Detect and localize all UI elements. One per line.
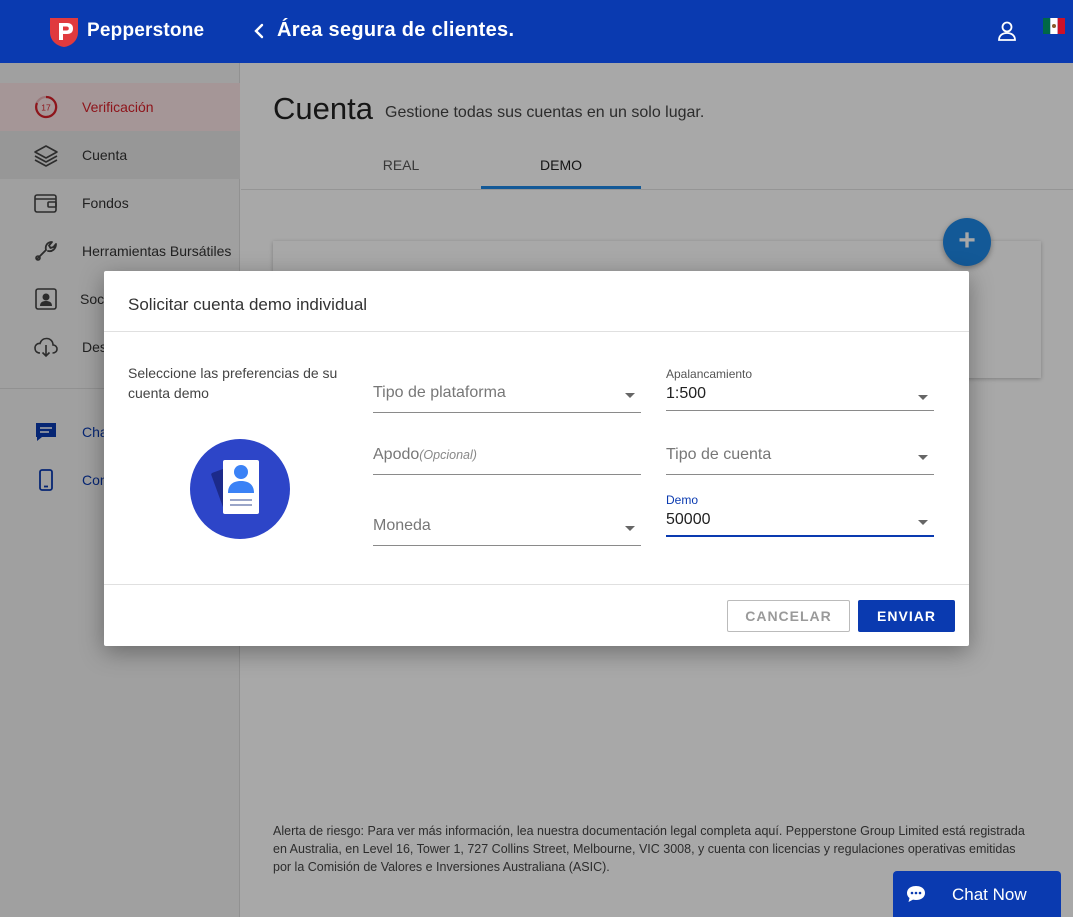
platform-select[interactable]: Tipo de plataforma [373, 373, 641, 413]
cancel-button[interactable]: CANCELAR [727, 600, 850, 632]
dialog-description: Seleccione las preferencias de su cuenta… [128, 365, 338, 401]
top-bar: Pepperstone Área segura de clientes. [0, 0, 1073, 63]
account-type-placeholder: Tipo de cuenta [666, 446, 772, 463]
demo-account-dialog: Solicitar cuenta demo individual Selecci… [104, 271, 969, 646]
demo-balance-value: 50000 [666, 511, 711, 528]
leverage-label: Apalancamiento [666, 367, 753, 381]
mexico-flag-icon[interactable] [1043, 18, 1065, 34]
chat-now-button[interactable]: Chat Now [893, 871, 1061, 917]
nickname-placeholder-label: Apodo [373, 446, 420, 463]
leverage-select[interactable]: Apalancamiento 1:500 [666, 367, 934, 411]
submit-button[interactable]: ENVIAR [858, 600, 955, 632]
account-type-select[interactable]: Tipo de cuenta [666, 435, 934, 475]
brand-logo[interactable]: Pepperstone [47, 14, 204, 48]
demo-balance-select[interactable]: Demo 50000 [666, 493, 934, 537]
dialog-title: Solicitar cuenta demo individual [128, 295, 368, 314]
dialog-divider-top [104, 331, 969, 332]
currency-placeholder: Moneda [373, 517, 431, 534]
dialog-divider-bottom [104, 584, 969, 585]
page-header-title: Área segura de clientes. [277, 19, 515, 41]
demo-balance-label: Demo [666, 493, 699, 507]
nickname-input[interactable]: Apodo(Opcional) [373, 435, 641, 475]
caret-down-icon [625, 393, 635, 398]
caret-down-icon [625, 526, 635, 531]
caret-down-icon [918, 455, 928, 460]
leverage-value: 1:500 [666, 385, 707, 402]
brand-name: Pepperstone [87, 20, 205, 41]
pepperstone-logo-icon [50, 18, 78, 47]
chat-now-label: Chat Now [952, 885, 1027, 904]
user-icon[interactable] [996, 20, 1018, 42]
nickname-optional-hint: (Opcional) [419, 448, 477, 462]
demo-account-illustration [190, 439, 290, 539]
caret-down-icon [918, 395, 928, 400]
platform-placeholder: Tipo de plataforma [373, 384, 506, 401]
nickname-placeholder: Apodo(Opcional) [373, 446, 477, 464]
currency-select[interactable]: Moneda [373, 506, 641, 546]
caret-down-icon [918, 520, 928, 525]
chevron-left-icon[interactable] [250, 19, 270, 43]
chat-bubble-icon [907, 886, 925, 902]
